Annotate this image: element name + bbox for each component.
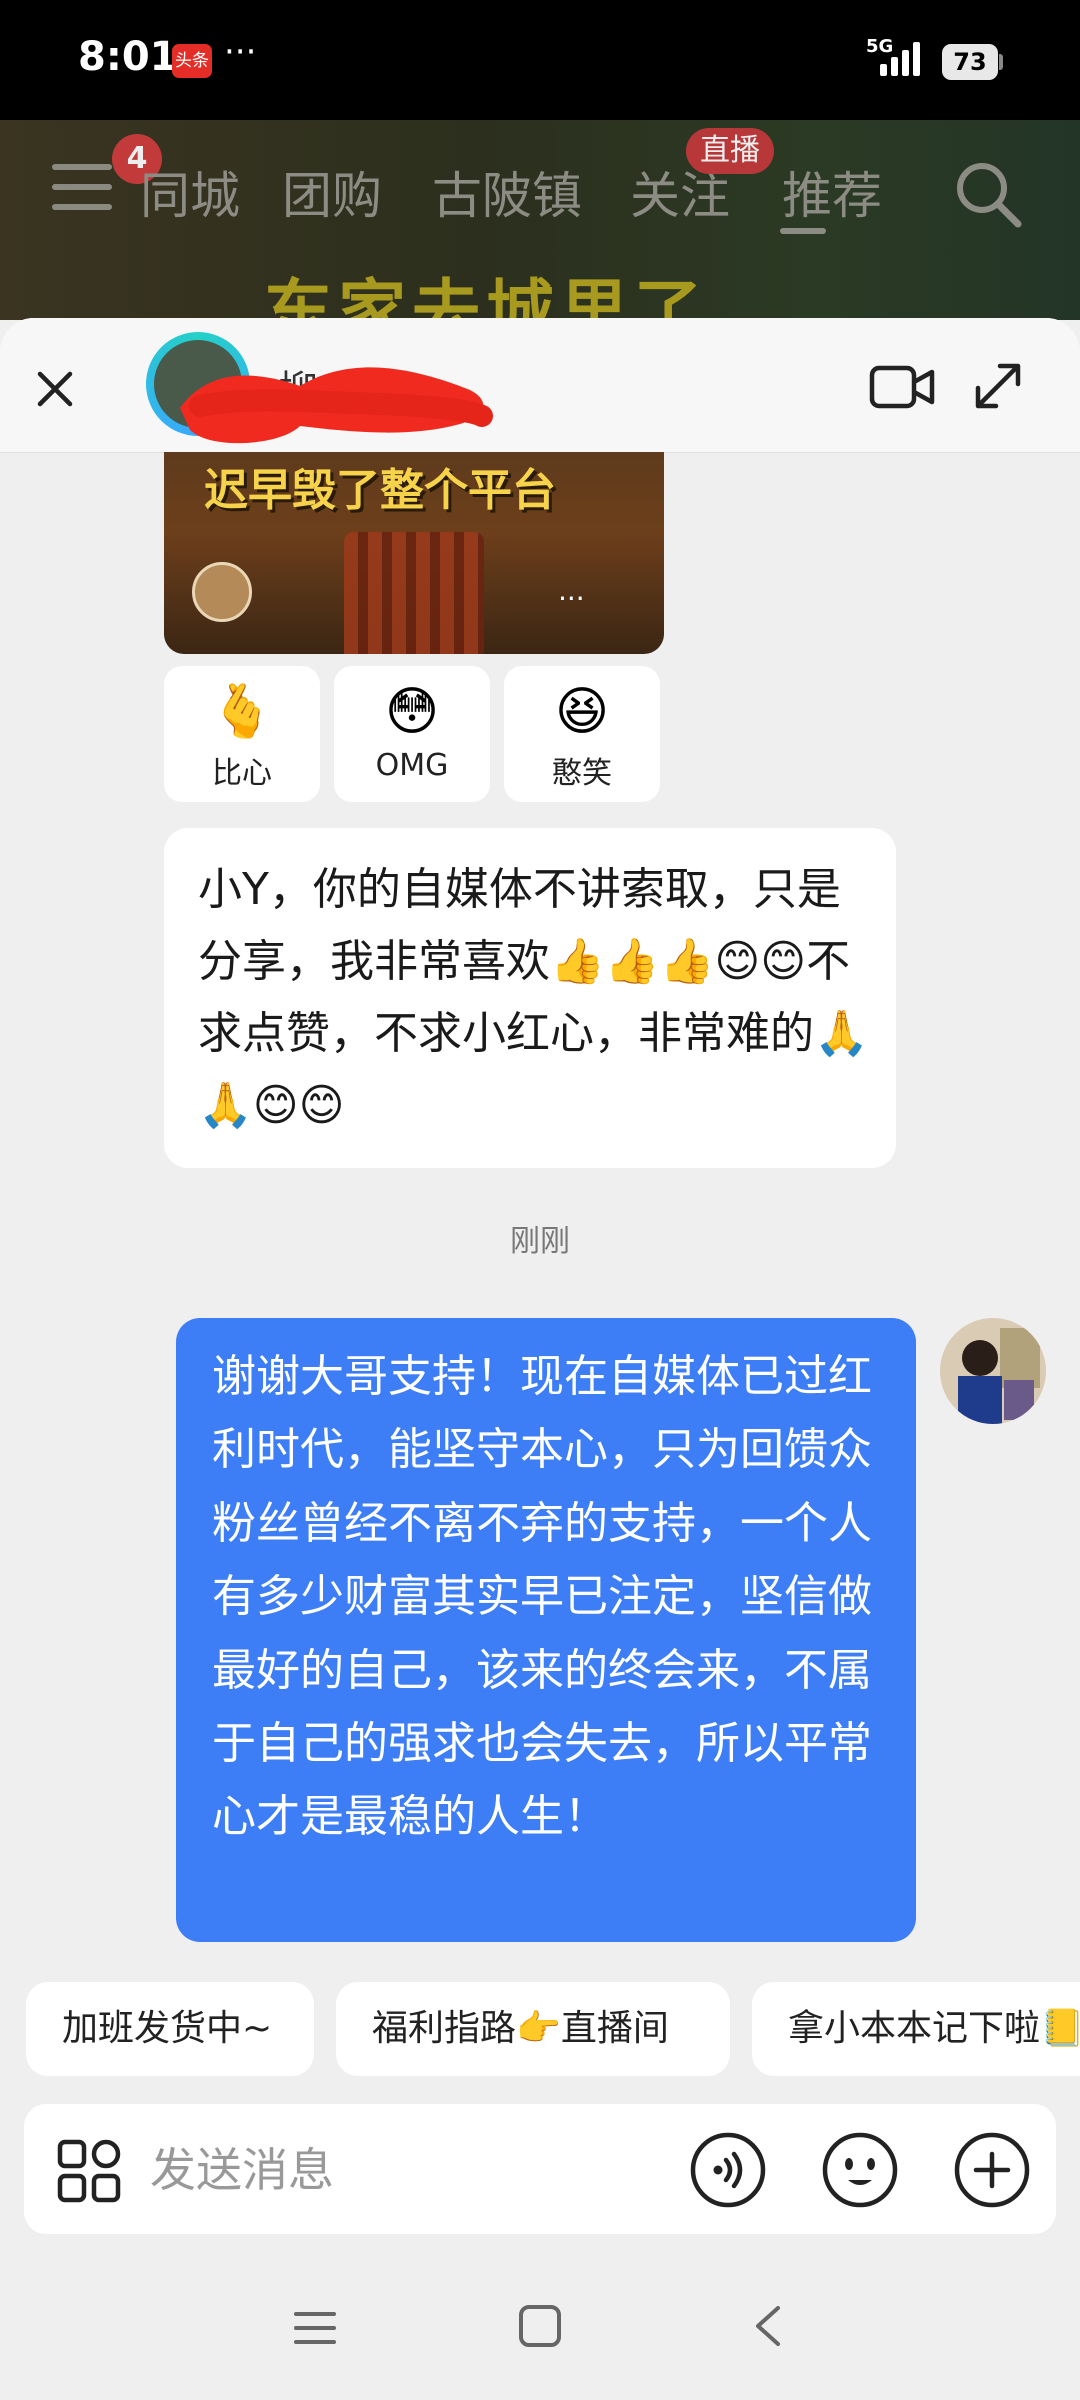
battery-indicator: 73 bbox=[942, 44, 998, 80]
plus-icon[interactable] bbox=[952, 2130, 1032, 2210]
message-timestamp: 刚刚 bbox=[510, 1224, 570, 1259]
incoming-message-text: 小Y，你的自媒体不讲索取，只是分享，我非常喜欢👍👍👍😊😊不求点赞，不求小红心，非… bbox=[198, 864, 869, 1131]
bg-tab: 古陂镇 bbox=[432, 167, 582, 225]
status-bar: 8:01 头条 ··· 5G 73 bbox=[0, 0, 1080, 120]
bg-tab: 推荐 bbox=[782, 167, 882, 225]
chat-sheet: 柳 迟早毁了整个平台 ··· 🫰 比心 😳 OMG bbox=[0, 318, 1080, 2400]
bg-tab: 团购 bbox=[282, 167, 382, 225]
message-list[interactable]: 迟早毁了整个平台 ··· 🫰 比心 😳 OMG 😆 憨笑 小Y，你的自媒体不讲索… bbox=[0, 452, 1080, 2400]
system-nav-bar bbox=[0, 2248, 1080, 2400]
quick-reply-chip[interactable]: 加班发货中~ bbox=[26, 1982, 314, 2076]
reaction-label: 憨笑 bbox=[552, 756, 612, 791]
grin-face-icon: 😆 bbox=[554, 682, 610, 742]
video-more-icon[interactable]: ··· bbox=[558, 582, 585, 615]
quick-reply-chip[interactable]: 福利指路👉直播间 bbox=[336, 1982, 730, 2076]
background-app: 4 同城 团购 古陂镇 关注 推荐 直播 东家去城里了 bbox=[0, 120, 1080, 320]
video-call-icon[interactable] bbox=[868, 358, 936, 416]
heart-hand-icon: 🫰 bbox=[209, 682, 275, 742]
close-icon[interactable] bbox=[26, 360, 84, 418]
reaction-heart[interactable]: 🫰 比心 bbox=[164, 666, 320, 802]
outgoing-message-text: 谢谢大哥支持！现在自媒体已过红利时代，能坚守本心，只为回馈众粉丝曾经不离不弃的支… bbox=[212, 1351, 872, 1843]
bg-tab-underline bbox=[780, 228, 826, 234]
status-time: 8:01 bbox=[78, 34, 178, 80]
status-overflow: ··· bbox=[224, 32, 257, 72]
bg-search-icon bbox=[957, 163, 1022, 228]
reaction-label: OMG bbox=[375, 748, 449, 783]
video-scene bbox=[344, 532, 484, 654]
nav-home-icon[interactable] bbox=[516, 2302, 564, 2350]
video-author-avatar bbox=[192, 562, 252, 622]
apps-icon[interactable] bbox=[56, 2138, 122, 2204]
nav-menu-icon[interactable] bbox=[292, 2308, 338, 2348]
bg-menu-icon bbox=[52, 164, 112, 224]
video-overlay-text: 迟早毁了整个平台 bbox=[204, 465, 556, 516]
quick-reply-chip[interactable]: 拿小本本记下啦📒 bbox=[752, 1982, 1080, 2076]
reaction-omg[interactable]: 😳 OMG bbox=[334, 666, 490, 802]
bg-tab: 同城 bbox=[140, 167, 240, 225]
redaction-scribble bbox=[180, 367, 493, 444]
reaction-label: 比心 bbox=[212, 756, 272, 791]
message-input-bar bbox=[24, 2104, 1056, 2234]
message-input[interactable] bbox=[148, 2126, 672, 2214]
signal-icon bbox=[880, 42, 920, 76]
voice-icon[interactable] bbox=[688, 2130, 768, 2210]
emoji-icon[interactable] bbox=[820, 2130, 900, 2210]
battery-tip bbox=[999, 54, 1003, 70]
bg-video-headline: 东家去城里了 bbox=[264, 273, 709, 320]
incoming-message-bubble[interactable]: 小Y，你的自媒体不讲索取，只是分享，我非常喜欢👍👍👍😊😊不求点赞，不求小红心，非… bbox=[164, 828, 896, 1168]
bg-live-badge: 直播 bbox=[686, 128, 774, 174]
outgoing-message-bubble[interactable]: 谢谢大哥支持！现在自媒体已过红利时代，能坚守本心，只为回馈众粉丝曾经不离不弃的支… bbox=[176, 1318, 916, 1942]
notification-app-icon: 头条 bbox=[172, 44, 212, 78]
expand-icon[interactable] bbox=[970, 358, 1026, 414]
chat-header: 柳 bbox=[0, 318, 1080, 453]
shared-video-card[interactable]: 迟早毁了整个平台 ··· bbox=[164, 452, 664, 654]
nav-back-icon[interactable] bbox=[748, 2302, 788, 2350]
shocked-face-icon: 😳 bbox=[384, 682, 440, 742]
reaction-laugh[interactable]: 😆 憨笑 bbox=[504, 666, 660, 802]
my-avatar[interactable] bbox=[940, 1318, 1046, 1424]
